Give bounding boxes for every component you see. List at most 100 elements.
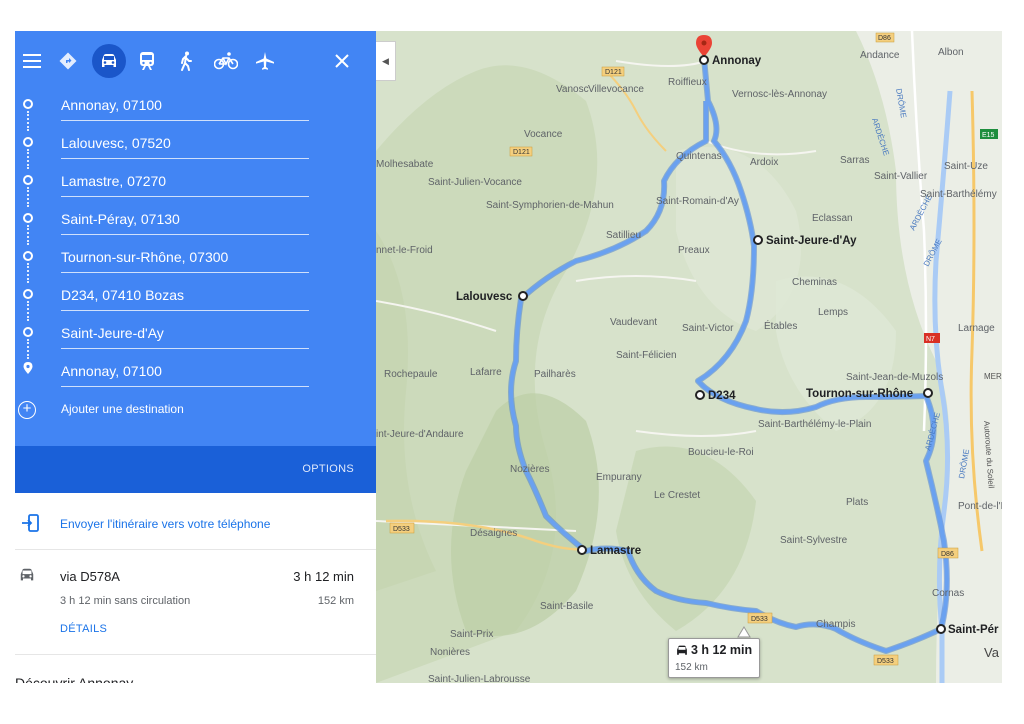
route-connector xyxy=(27,301,29,321)
place-label: Rochepaule xyxy=(384,369,438,380)
mode-driving-button[interactable] xyxy=(92,44,126,78)
road-label: D86 xyxy=(941,551,954,558)
place-label: Cornas xyxy=(932,588,964,599)
destination-input-2[interactable]: Lalouvesc, 07520 xyxy=(61,131,309,159)
stop-marker[interactable] xyxy=(923,388,933,398)
place-label: nnet-le-Froid xyxy=(376,245,433,256)
route-duration-without-traffic: 3 h 12 min sans circulation xyxy=(60,595,191,607)
options-button[interactable]: OPTIONS xyxy=(302,463,354,475)
map-view[interactable]: D86 D121 D121 E15 N7 D533 D533 D533 D86 … xyxy=(376,31,1002,683)
place-label: Le Crestet xyxy=(654,490,700,501)
place-label: Saint-Barthélémy xyxy=(920,189,997,200)
car-icon xyxy=(677,645,687,655)
chevron-left-icon: ◀ xyxy=(382,56,389,66)
close-directions-button[interactable] xyxy=(327,46,357,76)
place-label: Saint-Vallier xyxy=(874,171,928,182)
car-icon xyxy=(20,568,34,581)
directions-panel: Annonay, 07100 Lalouvesc, 07520 Lamastre… xyxy=(15,31,376,683)
stop-marker[interactable] xyxy=(518,291,528,301)
route-distance: 152 km xyxy=(317,595,354,607)
place-label: Villevocance xyxy=(588,84,644,95)
route-via-label: via D578A xyxy=(60,569,120,584)
place-label: Plats xyxy=(846,497,868,508)
place-label: Vaudevant xyxy=(610,317,657,328)
road-label: E15 xyxy=(982,132,995,139)
road-label: D121 xyxy=(513,149,530,156)
stop-marker[interactable] xyxy=(936,624,946,634)
place-label: Andance xyxy=(860,50,900,61)
destination-pin-icon xyxy=(23,362,33,374)
route-connector xyxy=(27,225,29,245)
place-label: Champis xyxy=(816,619,855,630)
airplane-icon xyxy=(256,52,274,70)
route-option-card[interactable]: via D578A 3 h 12 min 3 h 12 min sans cir… xyxy=(15,563,376,655)
route-duration-chip[interactable]: 3 h 12 min 152 km xyxy=(668,638,760,678)
destination-input-8[interactable]: Annonay, 07100 xyxy=(61,359,309,387)
destination-input-6[interactable]: D234, 07410 Bozas xyxy=(61,283,309,311)
place-label: Boucieu-le-Roi xyxy=(688,447,754,458)
place-label: Saint-Julien-Labrousse xyxy=(428,674,531,683)
place-label: Vanosc xyxy=(556,84,589,95)
stop-label-lalouvesc: Lalouvesc xyxy=(456,291,513,303)
destination-input-7[interactable]: Saint-Jeure-d'Ay xyxy=(61,321,309,349)
stop-marker[interactable] xyxy=(695,390,705,400)
destination-input-5[interactable]: Tournon-sur-Rhône, 07300 xyxy=(61,245,309,273)
place-label: Saint-Symphorien-de-Mahun xyxy=(486,200,614,211)
stop-marker[interactable] xyxy=(577,545,587,555)
destination-input-1[interactable]: Annonay, 07100 xyxy=(61,93,309,121)
waypoint-circle-icon xyxy=(23,137,33,147)
add-destination-row[interactable]: + Ajouter une destination xyxy=(15,398,376,428)
stop-label-tournon: Tournon-sur-Rhône xyxy=(806,388,913,400)
place-label: int-Jeure-d'Andaure xyxy=(376,429,464,440)
place-label: Nozières xyxy=(510,464,549,475)
mode-flight-button[interactable] xyxy=(250,46,280,76)
destination-list: Annonay, 07100 Lalouvesc, 07520 Lamastre… xyxy=(15,91,376,446)
stop-marker[interactable] xyxy=(699,55,709,65)
destination-input-4[interactable]: Saint-Péray, 07130 xyxy=(61,207,309,235)
walking-icon xyxy=(181,51,192,71)
mode-best-route-button[interactable] xyxy=(53,46,83,76)
travel-mode-bar xyxy=(15,31,376,91)
send-to-phone-link[interactable]: Envoyer l'itinéraire vers votre téléphon… xyxy=(60,517,270,531)
mode-transit-button[interactable] xyxy=(132,46,162,76)
place-label: Satillieu xyxy=(606,230,641,241)
place-label: Étables xyxy=(764,319,797,332)
waypoint-circle-icon xyxy=(23,289,33,299)
car-icon xyxy=(102,54,116,67)
place-label: Saint-Sylvestre xyxy=(780,535,848,546)
place-label: Va xyxy=(984,645,1000,660)
place-label: Saint-Romain-d'Ay xyxy=(656,196,739,207)
route-connector xyxy=(27,187,29,207)
details-button[interactable]: DÉTAILS xyxy=(60,623,107,635)
place-label: Albon xyxy=(938,47,964,58)
place-label: Lemps xyxy=(818,307,848,318)
place-label: Saint-Barthélémy-le-Plain xyxy=(758,419,871,430)
route-connector xyxy=(27,263,29,283)
mode-cycling-button[interactable] xyxy=(211,46,241,76)
place-label: MER xyxy=(984,372,1002,381)
place-label: Nonières xyxy=(430,647,470,658)
route-duration: 3 h 12 min xyxy=(293,569,354,584)
stop-label-d234: D234 xyxy=(708,390,736,402)
road-label: N7 xyxy=(926,336,935,343)
send-to-phone-icon xyxy=(22,514,39,532)
chip-distance: 152 km xyxy=(675,662,708,673)
route-connector xyxy=(27,339,29,359)
place-label: Saint-Basile xyxy=(540,601,594,612)
collapse-panel-button[interactable]: ◀ xyxy=(376,41,396,81)
place-label: Saint-Félicien xyxy=(616,350,677,361)
route-connector xyxy=(27,149,29,169)
menu-button[interactable] xyxy=(17,46,47,76)
map-canvas: D86 D121 D121 E15 N7 D533 D533 D533 D86 … xyxy=(376,31,1002,683)
hamburger-menu-icon xyxy=(23,54,41,68)
mode-walking-button[interactable] xyxy=(171,46,201,76)
waypoint-circle-icon xyxy=(23,213,33,223)
stop-label-lamastre: Lamastre xyxy=(590,545,641,557)
send-to-phone-row[interactable]: Envoyer l'itinéraire vers votre téléphon… xyxy=(15,508,376,550)
place-label: Saint-Uze xyxy=(944,161,988,172)
place-label: Eclassan xyxy=(812,213,853,224)
place-label: Roiffieux xyxy=(668,77,707,88)
stop-marker[interactable] xyxy=(753,235,763,245)
destination-input-3[interactable]: Lamastre, 07270 xyxy=(61,169,309,197)
place-label: Saint-Julien-Vocance xyxy=(428,177,522,188)
